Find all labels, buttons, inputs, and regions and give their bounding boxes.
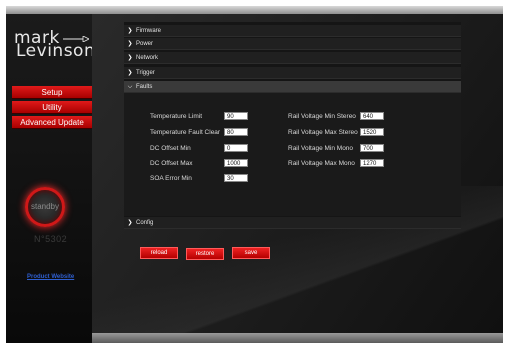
restore-button[interactable]: restore bbox=[186, 248, 224, 260]
section-trigger-label: Trigger bbox=[136, 70, 155, 76]
nav-utility-button[interactable]: Utility bbox=[12, 101, 96, 114]
top-bar bbox=[6, 6, 503, 14]
faults-body: Temperature Limit 90 Temperature Fault C… bbox=[124, 93, 461, 216]
nav-advanced-update-label: Advanced Update bbox=[20, 118, 84, 127]
rail-voltage-min-mono-label: Rail Voltage Min Mono bbox=[288, 145, 354, 152]
temperature-fault-clear-input[interactable]: 80 bbox=[224, 128, 248, 136]
section-firmware[interactable]: ❯ Firmware bbox=[124, 25, 461, 37]
bottom-bar bbox=[92, 333, 503, 343]
nav-advanced-update-button[interactable]: Advanced Update bbox=[12, 116, 96, 129]
standby-label: standby bbox=[30, 202, 60, 211]
section-firmware-label: Firmware bbox=[136, 28, 161, 34]
rail-voltage-max-mono-label: Rail Voltage Max Mono bbox=[288, 160, 355, 167]
nav-utility-label: Utility bbox=[42, 103, 62, 112]
chevron-right-icon: ❯ bbox=[127, 55, 133, 61]
rail-voltage-max-stereo-label: Rail Voltage Max Stereo bbox=[288, 129, 358, 136]
settings-panel: ❯ Firmware ❯ Power ❯ Network ❯ Trigger ⌵ Faul… bbox=[124, 22, 461, 229]
rail-voltage-max-stereo-input[interactable]: 1520 bbox=[360, 128, 384, 136]
dc-offset-max-label: DC Offset Max bbox=[150, 160, 193, 167]
soa-error-min-input[interactable]: 30 bbox=[224, 174, 248, 182]
temperature-limit-input[interactable]: 90 bbox=[224, 112, 248, 120]
model-label: N°5302 bbox=[34, 234, 68, 244]
section-network[interactable]: ❯ Network bbox=[124, 52, 461, 64]
rail-voltage-max-mono-input[interactable]: 1270 bbox=[360, 159, 384, 167]
rail-voltage-min-stereo-label: Rail Voltage Min Stereo bbox=[288, 113, 356, 120]
temperature-limit-label: Temperature Limit bbox=[150, 113, 203, 120]
soa-error-min-label: SOA Error Min bbox=[150, 175, 192, 182]
dc-offset-min-input[interactable]: 0 bbox=[224, 144, 248, 152]
rail-voltage-min-mono-input[interactable]: 700 bbox=[360, 144, 384, 152]
section-trigger[interactable]: ❯ Trigger bbox=[124, 67, 461, 79]
chevron-right-icon: ❯ bbox=[127, 41, 133, 47]
chevron-right-icon: ❯ bbox=[127, 70, 133, 76]
reload-button[interactable]: reload bbox=[140, 247, 178, 259]
brand-line2-text: Levinson bbox=[16, 41, 96, 61]
brand-line2: Levinson® bbox=[14, 43, 100, 60]
chevron-right-icon: ❯ bbox=[127, 28, 133, 34]
section-faults-label: Faults bbox=[136, 84, 153, 90]
chevron-right-icon: ❯ bbox=[127, 220, 133, 226]
logo-arrow-icon bbox=[63, 36, 89, 42]
section-power[interactable]: ❯ Power bbox=[124, 38, 461, 50]
temperature-fault-clear-label: Temperature Fault Clear bbox=[150, 129, 221, 136]
nav-setup-label: Setup bbox=[41, 88, 63, 97]
app-frame: mark Levinson® Setup Utility Advanced Up… bbox=[6, 6, 503, 343]
rail-voltage-min-stereo-input[interactable]: 640 bbox=[360, 112, 384, 120]
nav-setup-button[interactable]: Setup bbox=[12, 86, 96, 99]
section-faults[interactable]: ⌵ Faults bbox=[124, 81, 461, 93]
section-power-label: Power bbox=[136, 41, 154, 47]
dc-offset-min-label: DC Offset Min bbox=[150, 145, 191, 152]
save-button[interactable]: save bbox=[232, 247, 270, 259]
product-website-link[interactable]: Product Website bbox=[27, 274, 74, 280]
dc-offset-max-input[interactable]: 1000 bbox=[224, 159, 248, 167]
section-config-label: Config bbox=[136, 220, 154, 226]
section-network-label: Network bbox=[136, 55, 159, 61]
chevron-down-icon: ⌵ bbox=[127, 84, 133, 90]
section-config[interactable]: ❯ Config bbox=[124, 217, 461, 229]
sidebar bbox=[6, 14, 92, 343]
